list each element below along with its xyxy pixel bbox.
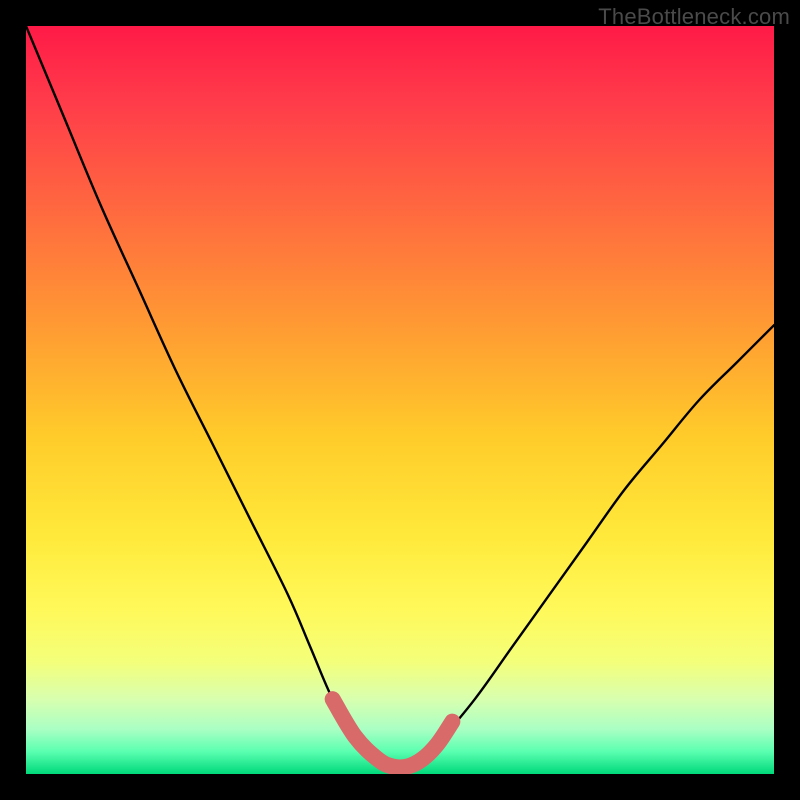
- chart-svg: [26, 26, 774, 774]
- optimal-range-highlight-line: [333, 699, 453, 767]
- chart-plot-area: [26, 26, 774, 774]
- bottleneck-curve-line: [26, 26, 774, 768]
- chart-frame: TheBottleneck.com: [0, 0, 800, 800]
